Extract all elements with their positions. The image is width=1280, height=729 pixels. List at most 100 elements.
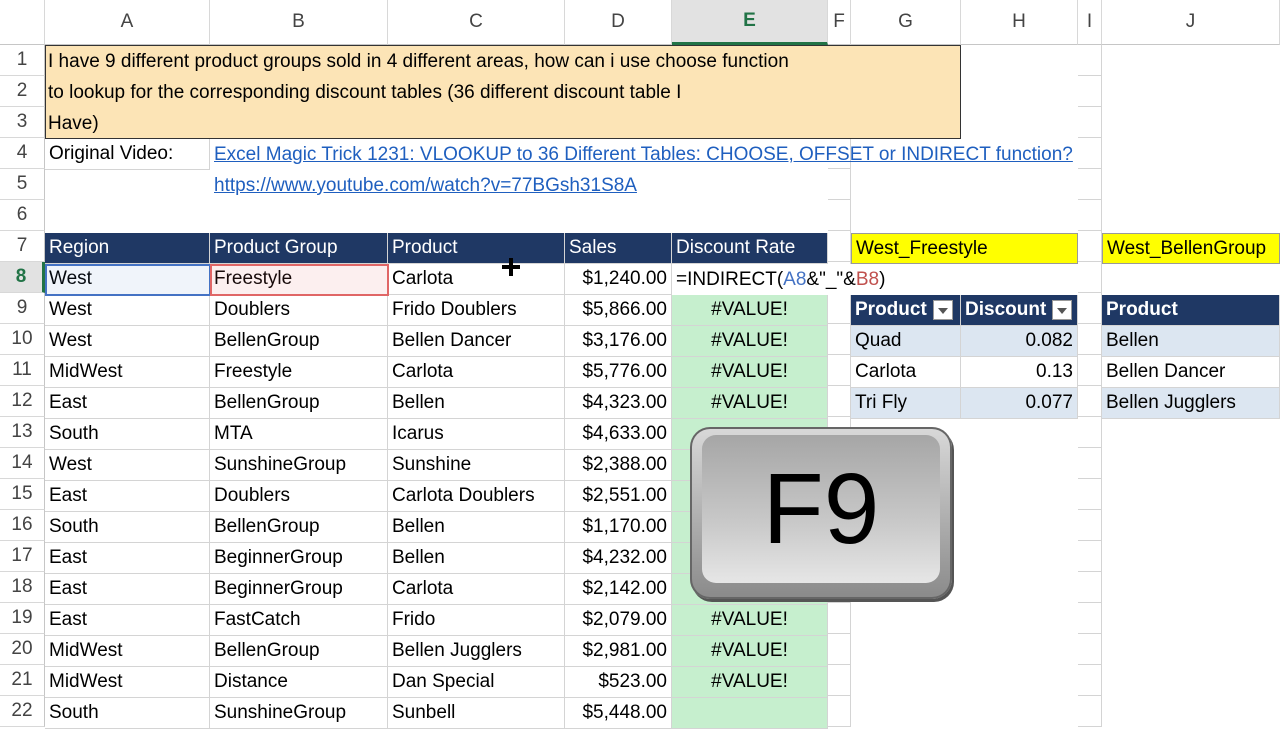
row-header[interactable]: 13 <box>0 417 45 448</box>
row-header[interactable]: 2 <box>0 76 45 107</box>
wf-product-2[interactable]: Carlota <box>851 357 961 388</box>
empty-cell[interactable] <box>1078 417 1102 448</box>
data-cell-region[interactable]: East <box>45 481 210 512</box>
empty-cell[interactable] <box>1078 572 1102 603</box>
col-header-b[interactable]: B <box>210 0 388 45</box>
data-cell-region[interactable]: MidWest <box>45 357 210 388</box>
data-cell-product[interactable]: Bellen <box>388 543 565 574</box>
data-cell-sales[interactable]: $2,388.00 <box>565 450 672 481</box>
data-cell-group[interactable]: BeginnerGroup <box>210 543 388 574</box>
data-cell-sales[interactable]: $2,079.00 <box>565 605 672 636</box>
data-cell-product[interactable]: Carlota Doublers <box>388 481 565 512</box>
row-header[interactable]: 11 <box>0 355 45 386</box>
empty-cell[interactable] <box>828 293 851 324</box>
filter-dropdown-icon[interactable] <box>1052 300 1073 320</box>
col-header-f[interactable]: F <box>828 0 851 45</box>
empty-cell[interactable] <box>1078 293 1102 324</box>
header-sales[interactable]: Sales <box>565 233 672 264</box>
data-cell-group[interactable]: Distance <box>210 667 388 698</box>
data-cell-region[interactable]: South <box>45 512 210 543</box>
row-header[interactable]: 7 <box>0 231 45 262</box>
data-cell-group[interactable]: Doublers <box>210 295 388 326</box>
data-cell-region[interactable]: East <box>45 605 210 636</box>
empty-cell[interactable] <box>1078 107 1102 138</box>
wf-header-discount[interactable]: Discount <box>961 295 1078 326</box>
data-cell-product[interactable]: Bellen Jugglers <box>388 636 565 667</box>
data-cell-sales[interactable]: $5,448.00 <box>565 698 672 729</box>
data-cell-group[interactable]: BellenGroup <box>210 636 388 667</box>
empty-cell[interactable] <box>828 386 851 417</box>
header-product-group[interactable]: Product Group <box>210 233 388 264</box>
empty-cell[interactable] <box>1078 603 1102 634</box>
header-discount-rate[interactable]: Discount Rate <box>672 233 828 264</box>
data-cell-sales[interactable]: $523.00 <box>565 667 672 698</box>
data-cell-product[interactable]: Sunshine <box>388 450 565 481</box>
data-cell-group[interactable]: BellenGroup <box>210 512 388 543</box>
col-header-i[interactable]: I <box>1078 0 1102 45</box>
data-cell-region[interactable]: West <box>45 326 210 357</box>
data-cell-group[interactable]: Freestyle <box>210 357 388 388</box>
data-cell-group[interactable]: MTA <box>210 419 388 450</box>
col-header-g[interactable]: G <box>851 0 961 45</box>
data-cell-group[interactable]: SunshineGroup <box>210 450 388 481</box>
wf-discount-3[interactable]: 0.077 <box>961 388 1078 419</box>
empty-cell[interactable] <box>828 355 851 386</box>
youtube-url-link[interactable]: https://www.youtube.com/watch?v=77BGsh31… <box>214 175 637 197</box>
west-freestyle-title[interactable]: West_Freestyle <box>851 233 1078 264</box>
empty-cell[interactable] <box>828 200 851 231</box>
data-cell-region[interactable]: West <box>45 295 210 326</box>
empty-cell[interactable] <box>1078 200 1102 231</box>
data-cell-product[interactable]: Carlota <box>388 574 565 605</box>
data-cell-product[interactable]: Carlota <box>388 357 565 388</box>
data-cell-region[interactable]: East <box>45 388 210 419</box>
empty-cell[interactable] <box>1078 634 1102 665</box>
data-cell-group[interactable]: BeginnerGroup <box>210 574 388 605</box>
data-cell-sales[interactable]: $4,323.00 <box>565 388 672 419</box>
data-cell-region[interactable]: South <box>45 698 210 729</box>
row-header[interactable]: 1 <box>0 45 45 76</box>
data-cell-group[interactable]: Doublers <box>210 481 388 512</box>
empty-cell[interactable] <box>1078 541 1102 572</box>
row-header[interactable]: 6 <box>0 200 45 231</box>
col-header-a[interactable]: A <box>45 0 210 45</box>
data-cell-sales[interactable]: $2,981.00 <box>565 636 672 667</box>
empty-cell[interactable] <box>1078 696 1102 727</box>
data-cell-sales[interactable]: $2,551.00 <box>565 481 672 512</box>
data-cell-product[interactable]: Bellen Dancer <box>388 326 565 357</box>
empty-cell[interactable] <box>828 603 851 634</box>
data-cell-product[interactable]: Carlota <box>388 264 565 295</box>
empty-cell[interactable] <box>1078 510 1102 541</box>
data-cell-sales[interactable]: $1,240.00 <box>565 264 672 295</box>
wb-product-2[interactable]: Bellen Dancer <box>1102 357 1280 388</box>
data-cell-sales[interactable]: $1,170.00 <box>565 512 672 543</box>
data-cell-product[interactable]: Frido <box>388 605 565 636</box>
row-header[interactable]: 16 <box>0 510 45 541</box>
data-cell-product[interactable]: Icarus <box>388 419 565 450</box>
data-cell-product[interactable]: Sunbell <box>388 698 565 729</box>
col-header-j[interactable]: J <box>1102 0 1280 45</box>
data-cell-rate[interactable]: #VALUE! <box>672 295 828 326</box>
row-header[interactable]: 18 <box>0 572 45 603</box>
wb-product-1[interactable]: Bellen <box>1102 326 1280 357</box>
header-region[interactable]: Region <box>45 233 210 264</box>
data-cell-rate[interactable] <box>672 698 828 729</box>
col-header-c[interactable]: C <box>388 0 565 45</box>
col-header-e[interactable]: E <box>672 0 828 45</box>
empty-cell[interactable] <box>1078 324 1102 355</box>
data-cell-group[interactable]: FastCatch <box>210 605 388 636</box>
empty-cell[interactable] <box>828 324 851 355</box>
empty-cell[interactable] <box>1078 138 1102 169</box>
wb-product-3[interactable]: Bellen Jugglers <box>1102 388 1280 419</box>
cell-e8-formula-edit[interactable]: =INDIRECT(A8 &"_"& B8) <box>672 264 902 295</box>
empty-cell[interactable] <box>828 696 851 727</box>
data-cell-rate[interactable]: #VALUE! <box>672 357 828 388</box>
empty-cell[interactable] <box>828 634 851 665</box>
wf-discount-1[interactable]: 0.082 <box>961 326 1078 357</box>
col-header-d[interactable]: D <box>565 0 672 45</box>
empty-cell[interactable] <box>1078 169 1102 200</box>
filter-dropdown-icon[interactable] <box>932 300 953 320</box>
data-cell-rate[interactable]: #VALUE! <box>672 605 828 636</box>
west-bellen-title[interactable]: West_BellenGroup <box>1102 233 1280 264</box>
data-cell-product[interactable]: Dan Special <box>388 667 565 698</box>
row-header[interactable]: 9 <box>0 293 45 324</box>
